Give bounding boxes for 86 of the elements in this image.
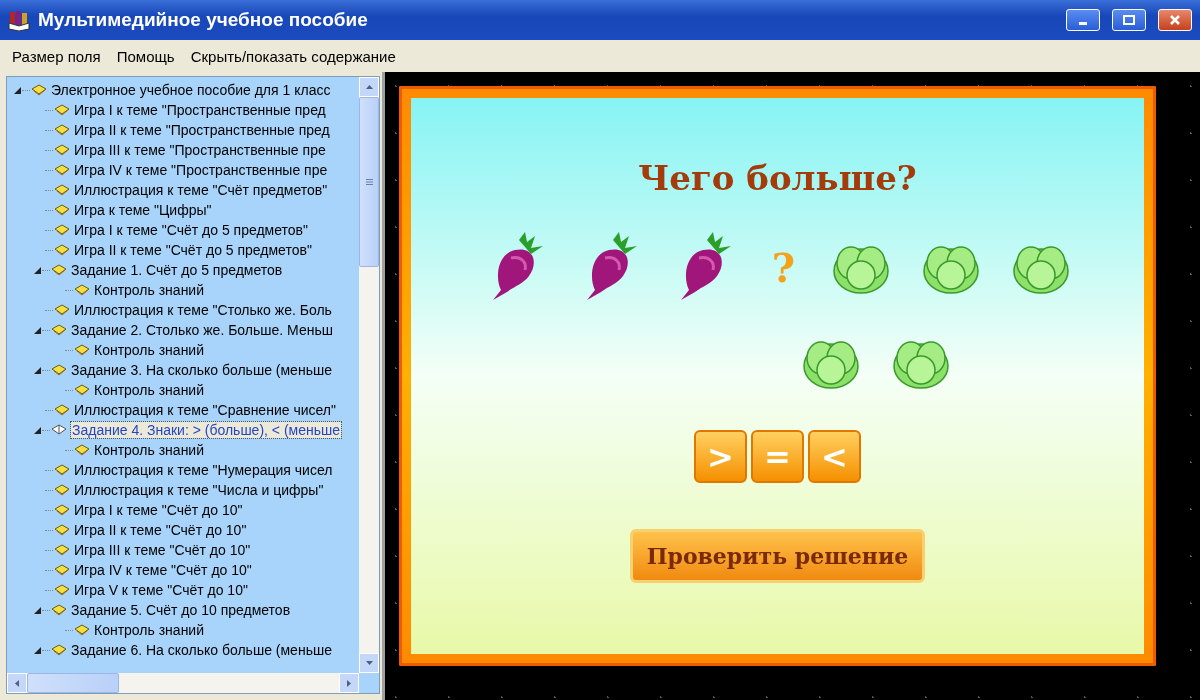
book-icon — [54, 164, 70, 176]
book-icon — [51, 264, 67, 276]
tree-item[interactable]: Иллюстрация к теме "Счёт предметов" — [74, 182, 328, 198]
minimize-icon — [1079, 22, 1087, 25]
book-icon — [54, 124, 70, 136]
book-icon — [74, 284, 90, 296]
book-icon — [54, 484, 70, 496]
maximize-button[interactable] — [1112, 9, 1146, 31]
tree-item[interactable]: Контроль знаний — [94, 622, 204, 638]
expanded-node-icon[interactable] — [33, 325, 42, 335]
book-icon — [51, 324, 67, 336]
up-arrow-icon — [365, 85, 373, 89]
expanded-node-icon[interactable] — [33, 645, 42, 655]
tree-item[interactable]: Задание 6. На сколько больше (меньше — [71, 642, 332, 658]
tree-item[interactable]: Игра II к теме "Счёт до 5 предметов" — [74, 242, 312, 258]
tree-item[interactable]: Игра III к теме "Пространственные пре — [74, 142, 326, 158]
window-title: Мультимедийное учебное пособие — [38, 9, 369, 31]
book-icon — [54, 504, 70, 516]
tree-item[interactable]: Задание 2. Столько же. Больше. Меньш — [71, 322, 333, 338]
tree-item[interactable]: Иллюстрация к теме "Сравнение чисел" — [74, 402, 336, 418]
book-icon — [74, 344, 90, 356]
book-icon — [74, 384, 90, 396]
book-icon — [51, 604, 67, 616]
question-mark: ? — [770, 243, 797, 291]
tree-item[interactable]: Задание 1. Счёт до 5 предметов — [71, 262, 283, 278]
tree-item[interactable]: Контроль знаний — [94, 342, 204, 358]
close-button[interactable] — [1158, 9, 1192, 31]
tree-item[interactable]: Игра IV к теме "Счёт до 10" — [74, 562, 252, 578]
book-icon — [54, 544, 70, 556]
tree-item[interactable]: Иллюстрация к теме "Столько же. Боль — [74, 302, 332, 318]
tree-item[interactable]: Игра V к теме "Счёт до 10" — [74, 582, 248, 598]
down-arrow-icon — [365, 661, 373, 665]
tree-item[interactable]: Контроль знаний — [94, 282, 204, 298]
expanded-node-icon[interactable] — [33, 265, 42, 275]
expanded-node-icon[interactable] — [33, 365, 42, 375]
book-icon — [54, 144, 70, 156]
right-arrow-icon — [347, 679, 351, 687]
book-icon — [54, 524, 70, 536]
book-icon — [54, 464, 70, 476]
minimize-button[interactable] — [1066, 9, 1100, 31]
book-icon — [74, 444, 90, 456]
tree-item[interactable]: Иллюстрация к теме "Числа и цифры" — [74, 482, 324, 498]
left-arrow-icon — [15, 679, 19, 687]
tree-item[interactable]: Игра I к теме "Счёт до 5 предметов" — [74, 222, 308, 238]
grip-icon — [365, 179, 373, 185]
book-icon — [51, 644, 67, 656]
tree-item[interactable]: Игра II к теме "Пространственные пред — [74, 122, 330, 138]
tree-item[interactable]: Игра I к теме "Пространственные пред — [74, 102, 326, 118]
tree-item[interactable]: Задание 5. Счёт до 10 предметов — [71, 602, 291, 618]
book-icon — [74, 624, 90, 636]
tree-item[interactable]: Задание 3. На сколько больше (меньше — [71, 362, 332, 378]
book-icon — [54, 244, 70, 256]
book-icon — [31, 84, 47, 96]
tree-item[interactable]: Игра I к теме "Счёт до 10" — [74, 502, 243, 518]
menu-item[interactable]: Помощь — [116, 47, 175, 65]
book-icon — [54, 204, 70, 216]
book-icon — [54, 224, 70, 236]
game-title: Чего больше? — [638, 158, 917, 198]
book-icon — [54, 104, 70, 116]
maximize-icon — [1123, 15, 1135, 25]
book-icon — [51, 364, 67, 376]
tree-item[interactable]: Контроль знаний — [94, 442, 204, 458]
book-icon — [54, 584, 70, 596]
menu-item[interactable]: Размер поля — [12, 47, 101, 65]
tree-item[interactable]: Игра к теме "Цифры" — [74, 202, 212, 218]
expanded-node-icon[interactable] — [33, 425, 42, 435]
tree-item[interactable]: Электронное учебное пособие для 1 класс — [51, 82, 331, 98]
tree-item[interactable]: Игра IV к теме "Пространственные пре — [74, 162, 328, 178]
books-icon — [8, 9, 30, 31]
tree-item[interactable]: Игра III к теме "Счёт до 10" — [74, 542, 251, 558]
vertical-scrollbar[interactable] — [359, 77, 379, 673]
expanded-node-icon[interactable] — [33, 605, 42, 615]
open-book-icon — [51, 424, 67, 436]
check-button[interactable]: Проверить решение — [629, 529, 926, 583]
book-icon — [54, 404, 70, 416]
tree-item[interactable]: Иллюстрация к теме "Нумерация чисел — [74, 462, 333, 478]
book-icon — [54, 564, 70, 576]
book-icon — [54, 304, 70, 316]
horizontal-scrollbar[interactable] — [7, 673, 359, 693]
menu-item[interactable]: Скрыть/показать содержание — [190, 47, 396, 65]
close-icon — [1169, 14, 1181, 26]
book-icon — [54, 184, 70, 196]
tree-item[interactable]: Контроль знаний — [94, 382, 204, 398]
expanded-node-icon[interactable] — [13, 85, 22, 95]
tree-item[interactable]: Задание 4. Знаки: > (больше), < (меньше — [71, 422, 342, 438]
tree-item[interactable]: Игра II к теме "Счёт до 10" — [74, 522, 247, 538]
